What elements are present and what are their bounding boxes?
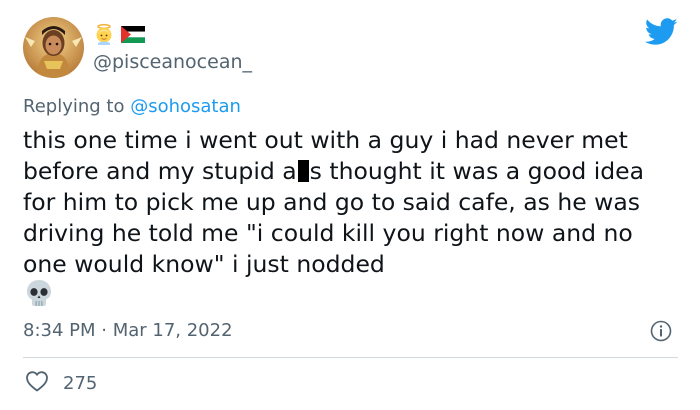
palestine-flag-emoji-icon bbox=[120, 25, 146, 47]
divider bbox=[23, 357, 678, 358]
display-name-row[interactable] bbox=[93, 23, 146, 49]
twitter-bird-icon[interactable] bbox=[644, 17, 678, 47]
replying-to-prefix: Replying to bbox=[23, 96, 131, 117]
censor-block bbox=[297, 160, 309, 182]
tweet-timestamp[interactable]: 8:34 PM · Mar 17, 2022 bbox=[23, 319, 233, 343]
heart-icon[interactable] bbox=[25, 370, 49, 397]
like-count: 275 bbox=[63, 372, 98, 394]
tweet-text: this one time i went out with a guy i ha… bbox=[23, 125, 683, 280]
replying-to-line: Replying to @sohosatan bbox=[23, 95, 241, 119]
tweet-time: 8:34 PM bbox=[23, 320, 96, 341]
skull-emoji-icon bbox=[24, 278, 54, 308]
info-icon[interactable] bbox=[650, 320, 672, 342]
user-handle[interactable]: @pisceanocean_ bbox=[93, 50, 252, 74]
tweet-date: Mar 17, 2022 bbox=[112, 320, 233, 341]
timestamp-separator: · bbox=[95, 320, 113, 341]
avatar[interactable] bbox=[23, 17, 84, 78]
like-action[interactable]: 275 bbox=[25, 370, 98, 397]
reply-mention-link[interactable]: @sohosatan bbox=[130, 96, 241, 117]
tweet-card: @pisceanocean_ Replying to @sohosatan th… bbox=[0, 0, 700, 410]
angel-emoji-icon bbox=[93, 23, 115, 49]
